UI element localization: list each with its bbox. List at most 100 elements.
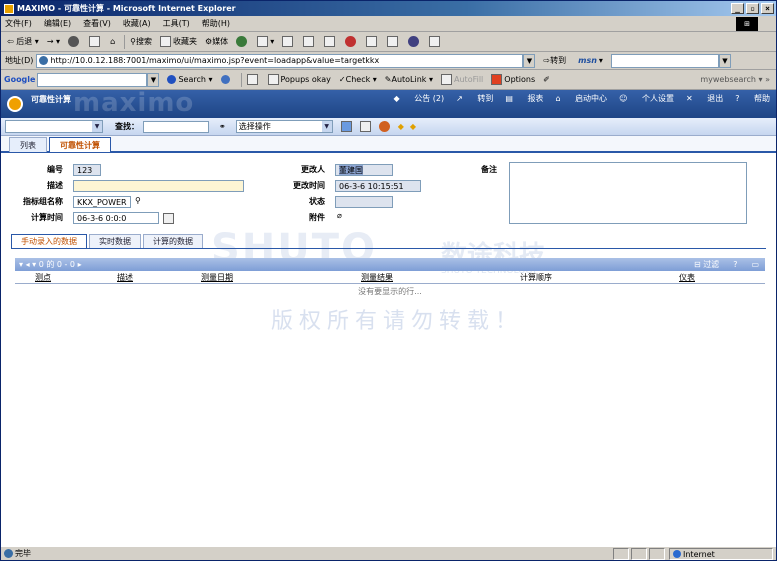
options-button[interactable]: Options [489, 72, 537, 88]
lookup-icon[interactable]: ⚲ [135, 196, 141, 205]
tab-calculated-data[interactable]: 计算的数据 [143, 234, 203, 248]
address-bar: 地址(D) http://10.0.12.188:7001/maximo/ui/… [1, 52, 776, 70]
nav-signout[interactable]: ✕ 退出 [686, 93, 723, 104]
forward-arrow-icon: → [46, 37, 54, 46]
autofill-button[interactable]: AutoFill [439, 72, 485, 88]
pencil-button[interactable]: ✐ [541, 72, 552, 88]
google-dropdown-button[interactable]: ▼ [147, 72, 160, 87]
paperclip-icon[interactable]: ⌀ [337, 211, 342, 220]
nav-help[interactable]: ? 帮助 [735, 93, 770, 104]
col-meter[interactable]: 仪表 [679, 272, 695, 283]
new-record-icon[interactable] [340, 121, 352, 132]
changed-date-field[interactable]: 06-3-6 10:15:51 [335, 180, 421, 192]
autolink-button[interactable]: ✎ AutoLink ▾ [383, 72, 435, 88]
nav-goto[interactable]: ↗ 转到 [456, 93, 493, 104]
col-calc-order[interactable]: 计算顺序 [520, 272, 552, 283]
msn-search-input[interactable] [610, 53, 719, 68]
calc-time-field[interactable]: 06-3-6 0:0:0 [73, 212, 159, 224]
maximo-logo-icon[interactable] [7, 96, 23, 112]
memo-label: 备注 [481, 165, 497, 174]
address-dropdown-button[interactable]: ▼ [523, 53, 536, 68]
google-search-button[interactable]: Search ▾ [165, 72, 214, 88]
action-select[interactable]: 选择操作 ▼ [235, 120, 333, 133]
popups-button[interactable]: Popups okay [266, 72, 333, 88]
save-icon[interactable] [359, 121, 371, 132]
google-separator [240, 72, 242, 87]
next-icon[interactable]: ◆ [410, 122, 416, 131]
nav-profile[interactable]: ☺ 个人设置 [619, 93, 674, 104]
menu-edit[interactable]: 编辑(E) [44, 18, 71, 29]
close-button[interactable]: × [761, 3, 774, 14]
window-button[interactable] [427, 34, 444, 50]
history-button[interactable] [234, 34, 251, 50]
menu-tools[interactable]: 工具(T) [163, 18, 190, 29]
filter-button[interactable]: ⊟ 过滤 [694, 259, 719, 270]
msn-search-dropdown-button[interactable]: ▼ [718, 53, 731, 68]
menu-help[interactable]: 帮助(H) [202, 18, 230, 29]
id-field[interactable]: 123 [73, 164, 101, 176]
binoculars-icon[interactable]: ⚭ [219, 122, 226, 131]
media-button[interactable]: ⚙ 媒体 [203, 34, 230, 50]
col-measure-point[interactable]: 测点 [35, 272, 51, 283]
tab-reliability[interactable]: 可靠性计算 [49, 137, 111, 152]
previous-icon[interactable]: ◆ [398, 122, 404, 131]
collapse-icon[interactable]: ▾ [19, 260, 23, 269]
home-button[interactable]: ⌂ [108, 34, 117, 50]
discuss-button[interactable] [322, 34, 339, 50]
record-form: 编号 123 描述 指标组名称 KKX_POWER ⚲ 计算时间 06-3-6 … [11, 159, 766, 229]
menu-favorites[interactable]: 收藏(A) [123, 18, 151, 29]
tab-list[interactable]: 列表 [9, 137, 47, 152]
query-select[interactable]: ▼ [5, 120, 103, 133]
nav-reports[interactable]: ▤ 报表 [505, 93, 543, 104]
stop-button[interactable] [66, 34, 83, 50]
research-button[interactable] [364, 34, 381, 50]
col-description[interactable]: 描述 [117, 272, 133, 283]
tab-manual-data[interactable]: 手动录入的数据 [11, 234, 87, 248]
google-site-button[interactable] [219, 72, 234, 88]
data-tabs: 手动录入的数据 实时数据 计算的数据 [11, 234, 766, 249]
messenger-button[interactable] [343, 34, 360, 50]
tab-realtime-data[interactable]: 实时数据 [89, 234, 141, 248]
forward-button[interactable]: → ▾ [45, 34, 62, 50]
search-button[interactable]: ⚲ 搜索 [128, 34, 154, 50]
address-input[interactable]: http://10.0.12.188:7001/maximo/ui/maximo… [36, 53, 524, 68]
col-measure-date[interactable]: 测量日期 [201, 272, 233, 283]
tools-button[interactable] [385, 34, 402, 50]
msn-logo[interactable]: msn [578, 56, 597, 65]
msn-dropdown-icon[interactable]: ▾ [599, 56, 603, 65]
col-measure-result[interactable]: 测量结果 [361, 272, 393, 283]
find-input[interactable] [143, 120, 209, 133]
refresh-button[interactable] [87, 34, 104, 50]
nav-start-center[interactable]: ⌂ 启动中心 [555, 93, 607, 104]
spellcheck-button[interactable]: ✓ Check ▾ [337, 72, 379, 88]
memo-textarea[interactable] [509, 162, 747, 224]
favorites-button[interactable]: 收藏夹 [158, 34, 199, 50]
download-icon[interactable]: ▭ [751, 260, 759, 269]
menu-file[interactable]: 文件(F) [5, 18, 32, 29]
description-field[interactable] [73, 180, 244, 192]
group-name-field[interactable]: KKX_POWER [73, 196, 131, 208]
minimize-button[interactable]: _ [731, 3, 744, 14]
user-button[interactable] [406, 34, 423, 50]
back-button[interactable]: ⇦ 后退 ▾ [5, 34, 41, 50]
google-search-input[interactable] [37, 72, 148, 87]
table-help-icon[interactable]: ? [733, 260, 737, 269]
changed-by-field[interactable]: 董建国 [335, 164, 393, 176]
nav-bulletins[interactable]: ◆ 公告 (2) [394, 93, 445, 104]
zone-text: Internet [683, 549, 715, 559]
mail-button[interactable]: ▾ [255, 34, 276, 50]
edit-button[interactable] [301, 34, 318, 50]
maximize-button[interactable]: ▫ [746, 3, 759, 14]
menu-view[interactable]: 查看(V) [83, 18, 111, 29]
mywebsearch-button[interactable]: mywebsearch ▾ » [698, 72, 772, 88]
previous-page-icon[interactable]: ◂ [26, 260, 30, 269]
clear-icon[interactable] [378, 121, 390, 132]
address-url: http://10.0.12.188:7001/maximo/ui/maximo… [50, 56, 380, 65]
go-button[interactable]: ⇨ 转到 [541, 53, 568, 69]
pagerank-button[interactable] [245, 72, 262, 88]
next-page-icon[interactable]: ▸ [78, 260, 82, 269]
status-field[interactable] [335, 196, 393, 208]
calendar-icon[interactable] [163, 213, 174, 224]
google-logo[interactable]: Google [4, 75, 35, 84]
print-button[interactable] [280, 34, 297, 50]
